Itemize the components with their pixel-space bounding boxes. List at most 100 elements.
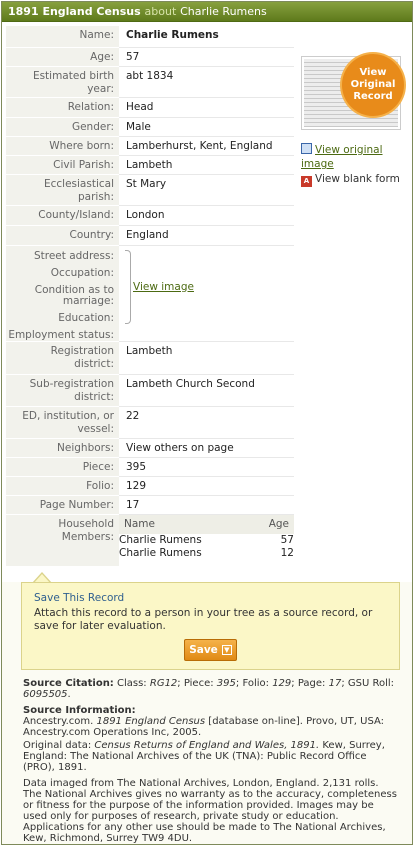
- citation-gsu: 6095505: [23, 689, 68, 700]
- label-gender: Gender:: [6, 117, 119, 137]
- household-member-name: Charlie Rumens: [119, 534, 247, 547]
- image-icon: [301, 143, 312, 154]
- title-about: about: [144, 5, 177, 18]
- value-county: London: [119, 205, 294, 226]
- original-data: Original data: Census Returns of England…: [23, 740, 399, 773]
- original-data-label: Original data:: [23, 740, 92, 751]
- title-bar: 1891 England Census about Charlie Rumens: [2, 2, 412, 22]
- household-member-age: 57: [280, 533, 294, 546]
- group-bracket: [125, 249, 131, 324]
- row-gender: Gender: Male: [6, 117, 294, 137]
- row-birth: Estimated birth year: abt 1834: [6, 66, 294, 98]
- label-born: Where born:: [6, 136, 119, 156]
- value-birth: abt 1834: [119, 66, 294, 98]
- value-name: Charlie Rumens: [119, 26, 294, 48]
- record-table: Name: Charlie Rumens Age: 57 Estimated b…: [6, 26, 294, 567]
- citation-class: RG12: [149, 678, 178, 689]
- title-person: Charlie Rumens: [180, 5, 267, 18]
- citation-page-prefix: ; Page:: [291, 678, 326, 689]
- citation-page: 17: [328, 678, 342, 689]
- row-image-group: Street address: Occupation: Condition as…: [6, 245, 294, 342]
- badge-text: View Original Record: [350, 67, 396, 102]
- image-group-value: View image: [119, 245, 294, 342]
- info-publisher: Ancestry.com.: [23, 716, 94, 727]
- label-birth: Estimated birth year:: [6, 66, 119, 98]
- value-page: 17: [119, 495, 294, 515]
- row-eccl: Ecclesiastical parish: St Mary: [6, 174, 294, 206]
- label-eccl: Ecclesiastical parish:: [6, 174, 119, 206]
- value-country: England: [119, 225, 294, 246]
- value-ed: 22: [119, 406, 294, 439]
- household-member-link[interactable]: Charlie Rumens: [119, 547, 202, 559]
- row-country: Country: England: [6, 225, 294, 246]
- label-ed: ED, institution, or vessel:: [6, 406, 119, 439]
- source-citation-label: Source Citation:: [23, 678, 114, 689]
- value-piece: 395: [119, 457, 294, 477]
- label-relation: Relation:: [6, 97, 119, 118]
- label-piece: Piece:: [6, 457, 119, 477]
- citation-folio-prefix: ; Folio:: [235, 678, 269, 689]
- label-name: Name:: [6, 26, 119, 48]
- row-neighbors: Neighbors: View others on page: [6, 438, 294, 458]
- record-window: 1891 England Census about Charlie Rumens…: [1, 1, 413, 845]
- citation-piece-prefix: ; Piece:: [177, 678, 214, 689]
- label-occupation: Occupation:: [50, 266, 114, 279]
- label-household: Household Members:: [6, 514, 119, 567]
- row-age: Age: 57: [6, 47, 294, 67]
- view-image-link[interactable]: View image: [133, 281, 194, 294]
- label-page: Page Number:: [6, 495, 119, 515]
- row-page: Page Number: 17: [6, 495, 294, 515]
- row-ed: ED, institution, or vessel: 22: [6, 406, 294, 439]
- household-member-name: Charlie Rumens: [119, 547, 247, 560]
- collection-title: 1891 England Census: [8, 5, 141, 18]
- source-information: Source Information: Ancestry.com. 1891 E…: [23, 705, 399, 738]
- household-member-age: 12: [280, 546, 294, 559]
- household-header: Name Age: [119, 514, 294, 534]
- imaged-note: Data imaged from The National Archives, …: [23, 778, 397, 844]
- household-row: Charlie Rumens 57: [119, 534, 294, 547]
- view-blank-form-link[interactable]: View blank form: [315, 173, 400, 185]
- save-button-label: Save: [189, 644, 218, 656]
- original-data-title: Census Returns of England and Wales, 189…: [94, 740, 320, 751]
- row-subreg: Sub-registration district: Lambeth Churc…: [6, 374, 294, 407]
- label-neighbors: Neighbors:: [6, 438, 119, 458]
- value-relation: Head: [119, 97, 294, 118]
- household-col-name: Name: [119, 514, 248, 534]
- household-table: Name Age Charlie Rumens 57 Charlie Rumen…: [119, 514, 294, 560]
- citation-class-prefix: Class:: [117, 678, 147, 689]
- household-row: Charlie Rumens 12: [119, 547, 294, 560]
- label-condition: Condition as to marriage:: [34, 283, 114, 307]
- citation-gsu-prefix: ; GSU Roll:: [341, 678, 395, 689]
- source-citation: Source Citation: Class: RG12; Piece: 395…: [23, 678, 395, 700]
- save-button[interactable]: Save ▼: [184, 639, 237, 661]
- household-member-link[interactable]: Charlie Rumens: [119, 534, 202, 546]
- value-gender: Male: [119, 117, 294, 137]
- label-employment: Employment status:: [8, 328, 114, 341]
- row-piece: Piece: 395: [6, 457, 294, 477]
- value-eccl: St Mary: [119, 174, 294, 206]
- label-street: Street address:: [33, 249, 114, 262]
- record-main: Name: Charlie Rumens Age: 57 Estimated b…: [2, 22, 412, 582]
- dropdown-arrow-icon[interactable]: ▼: [221, 645, 232, 655]
- label-age: Age:: [6, 47, 119, 67]
- label-education: Education:: [58, 311, 114, 324]
- row-name: Name: Charlie Rumens: [6, 26, 294, 48]
- image-group-labels: Street address: Occupation: Condition as…: [6, 245, 119, 342]
- citation-folio: 129: [272, 678, 292, 689]
- source-information-label: Source Information:: [23, 705, 136, 716]
- citation-piece: 395: [216, 678, 236, 689]
- view-original-record-badge[interactable]: View Original Record: [342, 54, 404, 116]
- save-title: Save This Record: [34, 592, 125, 604]
- label-civil: Civil Parish:: [6, 155, 119, 175]
- household-col-age: Age: [247, 514, 294, 534]
- save-description: Attach this record to a person in your t…: [34, 607, 373, 632]
- neighbors-link[interactable]: View others on page: [126, 442, 234, 454]
- view-original-image-link[interactable]: View original image: [301, 144, 383, 170]
- label-subreg: Sub-registration district:: [6, 374, 119, 407]
- row-household: Household Members: Name Age Charlie Rume…: [6, 514, 294, 567]
- row-folio: Folio: 129: [6, 476, 294, 496]
- row-born: Where born: Lamberhurst, Kent, England: [6, 136, 294, 156]
- value-born: Lamberhurst, Kent, England: [119, 136, 294, 156]
- value-folio: 129: [119, 476, 294, 496]
- row-regdist: Registration district: Lambeth: [6, 341, 294, 375]
